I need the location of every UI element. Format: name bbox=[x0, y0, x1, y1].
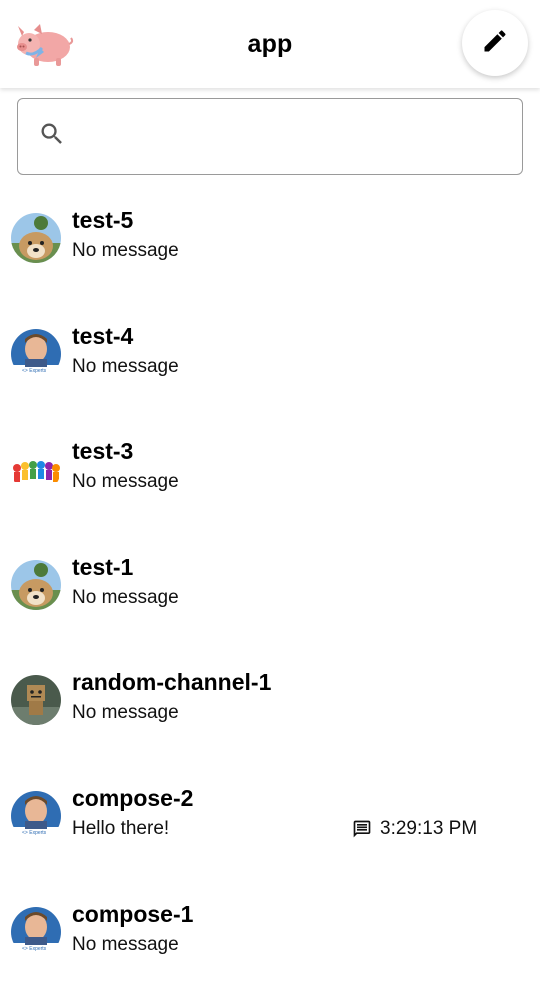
channel-preview: Hello there! bbox=[72, 817, 170, 839]
channel-preview: No message bbox=[72, 702, 179, 724]
robot-avatar bbox=[11, 675, 61, 726]
pig-logo-icon bbox=[14, 20, 74, 68]
channel-row-compose-1[interactable]: <> Experts compose-1 No message bbox=[0, 899, 540, 984]
channel-preview: No message bbox=[72, 471, 179, 493]
svg-text:<> Experts: <> Experts bbox=[22, 830, 47, 836]
person-avatar: <> Experts bbox=[11, 790, 61, 841]
channel-row-test-5[interactable]: test-5 No message bbox=[0, 205, 540, 321]
channel-preview: No message bbox=[72, 240, 179, 261]
search-box bbox=[17, 98, 523, 175]
app-header: app bbox=[0, 0, 540, 88]
channel-name: random-channel-1 bbox=[72, 669, 272, 696]
channel-row-test-1[interactable]: test-1 No message bbox=[0, 552, 540, 668]
message-time: 3:29:13 PM bbox=[380, 817, 478, 839]
channel-row-compose-2[interactable]: <> Experts compose-2 Hello there! 3:29:1… bbox=[0, 783, 540, 899]
channel-name: test-5 bbox=[72, 207, 134, 233]
channel-row-random-channel-1[interactable]: random-channel-1 No message bbox=[0, 667, 540, 783]
page-title: app bbox=[247, 29, 293, 58]
dog-avatar bbox=[11, 213, 61, 263]
search-input[interactable] bbox=[78, 116, 522, 157]
search-icon bbox=[38, 120, 66, 153]
channel-name: test-1 bbox=[72, 553, 134, 580]
channel-preview: No message bbox=[72, 933, 179, 955]
compose-button[interactable] bbox=[462, 10, 528, 76]
channel-preview: No message bbox=[72, 586, 179, 608]
channel-row-test-4[interactable]: <> Experts test-4 No message bbox=[0, 321, 540, 437]
svg-text:<> Experts: <> Experts bbox=[22, 368, 47, 374]
channel-preview: No message bbox=[72, 355, 179, 377]
channel-list: test-5 No message <> Experts test-4 No m… bbox=[0, 205, 540, 984]
last-message-meta: 3:29:13 PM bbox=[352, 818, 477, 840]
svg-text:<> Experts: <> Experts bbox=[22, 946, 47, 952]
channel-row-test-3[interactable]: test-3 No message bbox=[0, 436, 540, 552]
pencil-icon bbox=[481, 27, 509, 60]
person-avatar: <> Experts bbox=[11, 906, 61, 957]
person-avatar: <> Experts bbox=[11, 328, 61, 379]
dog-avatar bbox=[11, 559, 61, 610]
channel-name: test-4 bbox=[72, 322, 134, 349]
channel-name: compose-1 bbox=[72, 900, 194, 927]
message-icon bbox=[352, 819, 372, 839]
group-avatar bbox=[11, 444, 61, 495]
channel-name: compose-2 bbox=[72, 784, 194, 811]
channel-name: test-3 bbox=[72, 438, 134, 465]
